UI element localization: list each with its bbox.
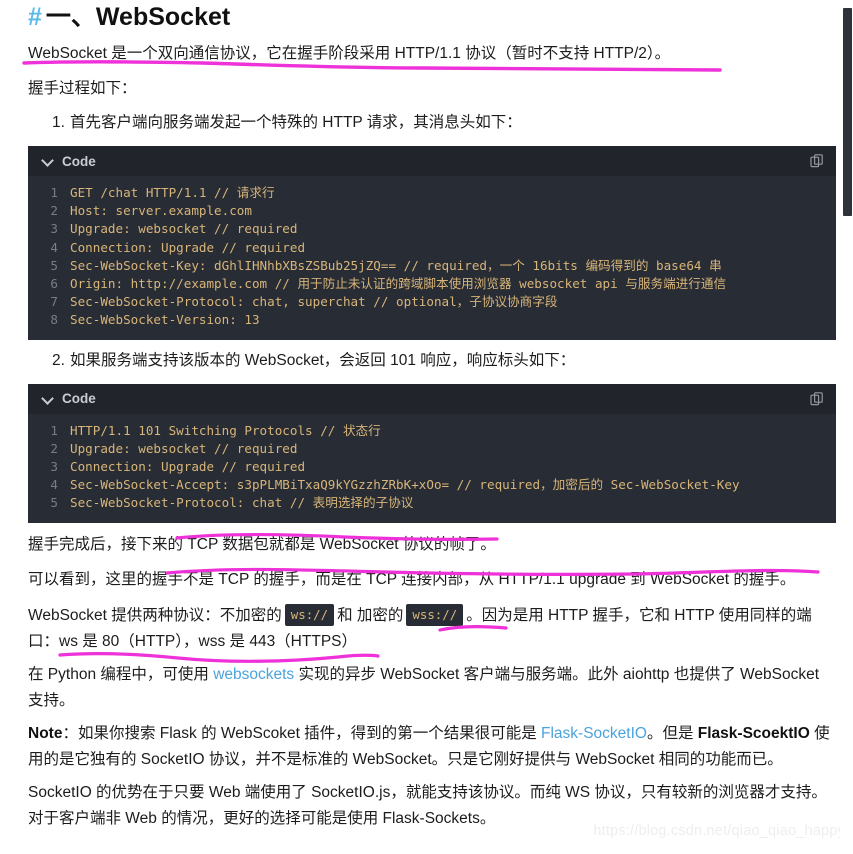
scrollbar-thumb[interactable] (843, 8, 852, 216)
code-line-number: 3 (50, 221, 58, 237)
code-line-text: Sec-WebSocket-Protocol: chat // 表明选择的子协议 (70, 495, 414, 511)
code-line-text: Sec-WebSocket-Accept: s3pPLMBiTxaQ9kYGzz… (70, 477, 740, 493)
code-block-body: 1 GET /chat HTTP/1.1 // 请求行 2 Host: server… (28, 176, 836, 340)
code-block-request: Code 1 GET /chat HTTP/1.1 // 请求行 2 Host: s… (28, 146, 836, 340)
code-line-number: 5 (50, 257, 58, 273)
paragraph-protocols: WebSocket 提供两种协议：不加密的 ws://和 加密的 wss://。因为… (28, 593, 833, 655)
note-label: Note (28, 724, 63, 742)
code-line-number: 3 (50, 459, 58, 475)
protocols-segment-1: WebSocket 提供两种协议：不加密的 (28, 606, 282, 624)
page-title-text: 一、WebSocket (45, 3, 231, 31)
code-line-number: 1 (50, 422, 58, 438)
page-title: # 一、WebSocket (28, 0, 833, 32)
paragraph-handshake-detail: 可以看到，这里的握手不是 TCP 的握手，而是在 TCP 连接内部，从 HTTP… (28, 570, 796, 588)
note-bold-flask: Flask-ScoektIO (697, 724, 810, 742)
code-block-body: 1 HTTP/1.1 101 Switching Protocols // 状态行… (28, 414, 836, 523)
steps-list: 1. 首先客户端向服务端发起一个特殊的 HTTP 请求，其消息头如下： (28, 102, 833, 136)
code-block-header[interactable]: Code (28, 383, 836, 414)
code-line: 3 Connection: Upgrade // required (28, 458, 836, 476)
list-item-number: 1. (52, 114, 65, 131)
python-segment-1: 在 Python 编程中，可使用 (28, 665, 214, 683)
inline-code-ws: ws:// (284, 603, 335, 626)
intro-paragraph-1: WebSocket 是一个双向通信协议，它在握手阶段采用 HTTP/1.1 协议… (28, 45, 671, 62)
article-page: # 一、WebSocket WebSocket 是一个双向通信协议，它在握手阶段采… (0, 0, 853, 854)
inline-code-wss: wss:// (406, 603, 464, 626)
code-line-number: 7 (50, 294, 58, 310)
websockets-link[interactable]: websockets (213, 666, 294, 683)
code-line: 5 Sec-WebSocket-Protocol: chat // 表明选择的子协… (28, 494, 836, 512)
code-line-text: Host: server.example.com (70, 203, 252, 219)
code-line: 2 Host: server.example.com (28, 202, 836, 220)
code-block-title: Code (62, 153, 96, 169)
code-line-number: 1 (50, 185, 58, 200)
code-line: 2 Upgrade: websocket // required (28, 440, 836, 458)
code-line: 4 Sec-WebSocket-Accept: s3pPLMBiTxaQ9kYGz… (28, 476, 836, 494)
code-block-header[interactable]: Code (28, 146, 836, 176)
steps-list-2: 2. 如果服务端支持该版本的 WebSocket，会返回 101 响应，响应标头如… (28, 340, 833, 374)
list-item: 2. 如果服务端支持该版本的 WebSocket，会返回 101 响应，响应标头如… (28, 348, 833, 374)
list-item-label: 首先客户端向服务端发起一个特殊的 HTTP 请求，其消息头如下： (70, 114, 522, 131)
scrollbar-track[interactable] (840, 0, 853, 854)
note-segment-2: 。但是 (646, 724, 698, 742)
code-block-response: Code 1 HTTP/1.1 101 Switching Protocols /… (28, 383, 836, 523)
copy-icon[interactable] (809, 391, 825, 407)
code-line-text: GET /chat HTTP/1.1 // 请求行 (70, 185, 275, 200)
code-line-number: 5 (50, 495, 58, 511)
paragraph-python: 在 Python 编程中，可使用 websockets 实现的异步 WebSoc… (28, 655, 833, 714)
intro-paragraph-2: 握手过程如下： (28, 80, 137, 97)
code-line-number: 6 (50, 276, 58, 292)
code-line-number: 2 (50, 203, 58, 219)
code-line: 6 Origin: http://example.com // 用于防止未认证的跨… (28, 275, 836, 293)
code-line-text: Upgrade: websocket // required (70, 440, 298, 456)
watermark: https://blog.csdn.net/qiao_qiao_happy (593, 823, 845, 839)
chevron-down-icon[interactable] (42, 155, 54, 167)
code-line-number: 8 (50, 312, 58, 328)
code-line-text: Connection: Upgrade // required (70, 239, 306, 255)
code-line-number: 4 (50, 239, 58, 255)
code-line: 4 Connection: Upgrade // required (28, 239, 836, 257)
code-line: 1 GET /chat HTTP/1.1 // 请求行 (28, 184, 836, 202)
chevron-down-icon[interactable] (42, 393, 54, 405)
code-block-title: Code (62, 391, 96, 407)
code-line-number: 4 (50, 477, 58, 493)
code-line-number: 2 (50, 440, 58, 456)
code-line-text: Sec-WebSocket-Key: dGhlIHNhbXBsZSBub25jZ… (70, 257, 722, 273)
code-line-text: HTTP/1.1 101 Switching Protocols // 状态行 (70, 422, 381, 438)
code-line-text: Sec-WebSocket-Protocol: chat, superchat … (70, 294, 558, 310)
code-line: 3 Upgrade: websocket // required (28, 220, 836, 238)
code-line-text: Upgrade: websocket // required (70, 221, 298, 237)
copy-icon[interactable] (809, 153, 825, 169)
flask-socketio-link[interactable]: Flask-SocketIO (541, 725, 647, 742)
note-segment-1: ：如果你搜索 Flask 的 WebScoket 插件，得到的第一个结果很可能是 (62, 724, 541, 742)
heading-hash-icon: # (28, 3, 42, 31)
paragraph-after-handshake: 握手完成后，接下来的 TCP 数据包就都是 WebSocket 协议的帧了。 (28, 535, 496, 553)
code-line: 5 Sec-WebSocket-Key: dGhlIHNhbXBsZSBub25j… (28, 257, 836, 275)
code-line: 7 Sec-WebSocket-Protocol: chat, superchat… (28, 293, 836, 311)
code-line-text: Sec-WebSocket-Version: 13 (70, 312, 260, 328)
list-item: 1. 首先客户端向服务端发起一个特殊的 HTTP 请求，其消息头如下： (28, 110, 833, 136)
code-line: 1 HTTP/1.1 101 Switching Protocols // 状态行 (28, 422, 836, 440)
protocols-segment-2: 和 加密的 (337, 606, 404, 624)
code-line: 8 Sec-WebSocket-Version: 13 (28, 311, 836, 329)
list-item-label: 如果服务端支持该版本的 WebSocket，会返回 101 响应，响应标头如下： (70, 351, 576, 369)
code-line-text: Connection: Upgrade // required (70, 459, 306, 475)
code-line-text: Origin: http://example.com // 用于防止未认证的跨域… (70, 276, 727, 292)
paragraph-note: Note：如果你搜索 Flask 的 WebScoket 插件，得到的第一个结果… (28, 714, 833, 773)
list-item-number: 2. (52, 351, 65, 369)
